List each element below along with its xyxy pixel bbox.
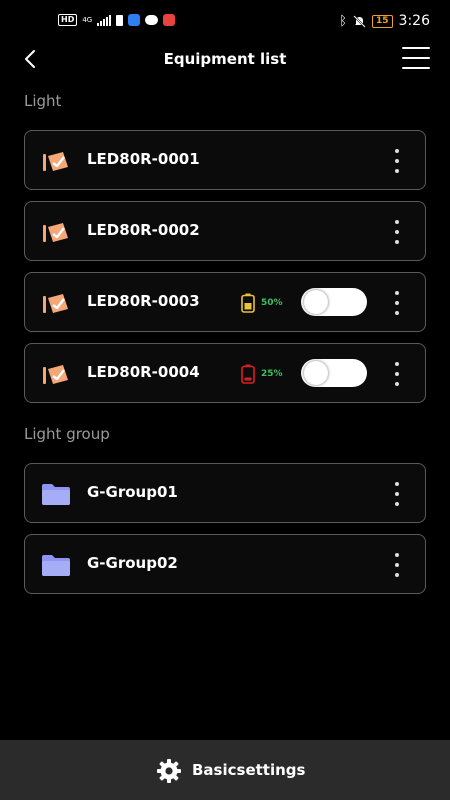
battery-percentage: 50% — [261, 298, 283, 308]
light-name: LED80R-0004 — [87, 363, 200, 381]
group-name: G-Group02 — [87, 554, 178, 572]
more-options-button[interactable] — [387, 480, 407, 508]
header: Equipment list — [0, 42, 450, 78]
light-name: LED80R-0001 — [87, 150, 200, 168]
more-options-button[interactable] — [387, 289, 407, 317]
group-name: G-Group01 — [87, 483, 178, 501]
toggle-knob — [304, 290, 328, 314]
battery-icon — [241, 293, 255, 313]
message-icon — [145, 15, 159, 25]
toggle-knob — [304, 361, 328, 385]
basic-settings-button[interactable]: Basicsettings — [0, 740, 450, 800]
light-icon — [43, 365, 68, 384]
bluetooth-icon: ᛒ — [339, 13, 348, 29]
light-item-1[interactable]: LED80R-0001 — [24, 130, 426, 190]
clock: 3:26 — [398, 13, 430, 29]
folder-icon — [42, 484, 70, 505]
more-options-button[interactable] — [387, 360, 407, 388]
light-name: LED80R-0002 — [87, 221, 200, 239]
light-icon — [43, 152, 68, 171]
light-icon — [43, 294, 68, 313]
more-options-button[interactable] — [387, 551, 407, 579]
group-item-1[interactable]: G-Group01 — [24, 463, 426, 523]
menu-button[interactable] — [400, 44, 432, 72]
battery-percentage: 25% — [261, 369, 283, 379]
gear-icon — [157, 759, 181, 783]
battery-icon — [241, 364, 255, 384]
power-toggle[interactable] — [301, 359, 367, 387]
more-vertical-icon — [395, 482, 399, 486]
group-item-2[interactable]: G-Group02 — [24, 534, 426, 594]
network-type: 4G — [82, 15, 93, 24]
page-title: Equipment list — [163, 50, 287, 68]
more-options-button[interactable] — [387, 218, 407, 246]
power-toggle[interactable] — [301, 288, 367, 316]
more-vertical-icon — [395, 362, 399, 366]
section-title-light: Light — [24, 92, 62, 110]
basic-settings-label: Basicsettings — [192, 761, 306, 779]
more-vertical-icon — [395, 291, 399, 295]
mute-icon — [353, 14, 366, 28]
signal-icon — [97, 14, 112, 26]
app-notification-icon — [128, 14, 141, 26]
folder-icon — [42, 555, 70, 576]
status-right: ᛒ 15 3:26 — [339, 13, 430, 29]
app-notification-icon — [163, 14, 176, 26]
hamburger-icon — [402, 47, 430, 49]
battery-icon: 15 — [372, 14, 393, 28]
more-vertical-icon — [395, 220, 399, 224]
more-vertical-icon — [395, 149, 399, 153]
status-bar: HD 4G ᛒ 15 3:26 — [0, 0, 450, 42]
light-item-4[interactable]: LED80R-0004 25% — [24, 343, 426, 403]
more-vertical-icon — [395, 553, 399, 557]
light-item-3[interactable]: LED80R-0003 50% — [24, 272, 426, 332]
hd-indicator: HD — [58, 14, 78, 26]
light-name: LED80R-0003 — [87, 292, 200, 310]
status-left: HD 4G — [58, 14, 176, 26]
more-options-button[interactable] — [387, 147, 407, 175]
light-item-2[interactable]: LED80R-0002 — [24, 201, 426, 261]
section-title-light-group: Light group — [24, 425, 110, 443]
sim-icon — [116, 14, 124, 26]
light-icon — [43, 223, 68, 242]
